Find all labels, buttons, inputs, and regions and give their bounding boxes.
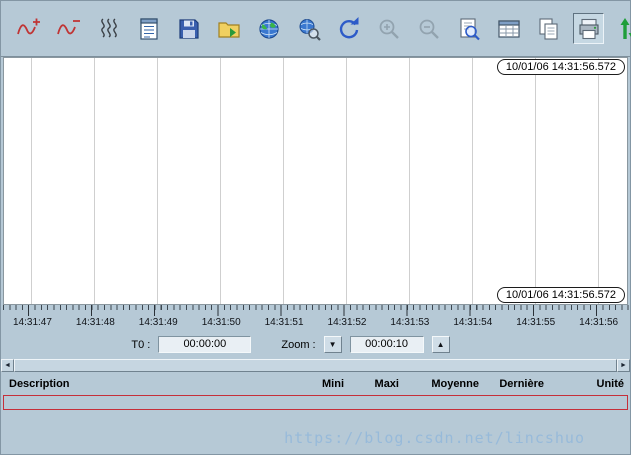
zoom-out-icon (417, 17, 441, 41)
zoom-field[interactable]: 00:00:10 (349, 336, 424, 353)
tick-label: 14:31:47 (12, 317, 52, 328)
add-curve-button[interactable] (13, 13, 44, 44)
scrollbar-track[interactable] (14, 359, 617, 372)
scrollbar-thumb[interactable] (14, 359, 617, 372)
triangle-down-icon: ▼ (328, 340, 337, 349)
curve-list-icon (137, 17, 161, 41)
tick-label: 14:31:48 (75, 317, 115, 328)
column-header-maxi[interactable]: Maxi (344, 378, 399, 390)
open-folder-icon (217, 17, 241, 41)
tick-label: 14:31:52 (327, 317, 367, 328)
axis-tick-marks (1, 305, 630, 317)
globe-search-icon (297, 17, 321, 41)
column-header-moyenne[interactable]: Moyenne (399, 378, 479, 390)
copy-icon (537, 17, 561, 41)
column-header-description[interactable]: Description (9, 378, 289, 390)
column-header-mini[interactable]: Mini (289, 378, 344, 390)
save-button[interactable] (173, 13, 204, 44)
tick-label: 14:31:49 (138, 317, 178, 328)
copy-button[interactable] (533, 13, 564, 44)
zoom-in-button[interactable] (373, 13, 404, 44)
footer-area: https://blog.csdn.net/lincshuo (1, 410, 630, 454)
zoom-out-button[interactable] (413, 13, 444, 44)
preview-icon (457, 17, 481, 41)
arrow-right-icon: ► (620, 362, 627, 369)
zoom-in-icon (377, 17, 401, 41)
fit-vertical-icon (617, 17, 631, 41)
triangle-up-icon: ▲ (436, 340, 445, 349)
trend-viewer-window: 10/01/06 14:31:56.572 10/01/06 14:31:56.… (0, 0, 631, 455)
chart-area[interactable]: 10/01/06 14:31:56.572 10/01/06 14:31:56.… (3, 57, 628, 305)
scroll-right-button[interactable]: ► (617, 359, 630, 372)
fit-vertical-button[interactable] (613, 13, 631, 44)
table-header: Description Mini Maxi Moyenne Dernière U… (1, 374, 630, 394)
tick-label: 14:31:54 (453, 317, 493, 328)
watermark: https://blog.csdn.net/lincshuo (284, 429, 585, 447)
remove-curve-icon (56, 17, 81, 41)
horizontal-scrollbar[interactable]: ◄ ► (1, 359, 630, 372)
axis-labels: 14:31:47 14:31:48 14:31:49 14:31:50 14:3… (1, 317, 630, 332)
refresh-icon (337, 16, 361, 41)
arrow-left-icon: ◄ (4, 362, 11, 369)
tick-label: 14:31:51 (264, 317, 304, 328)
refresh-button[interactable] (333, 13, 364, 44)
toolbar (1, 1, 631, 57)
t0-field[interactable]: 00:00:00 (158, 336, 252, 353)
preview-button[interactable] (453, 13, 484, 44)
tick-label: 14:31:50 (201, 317, 241, 328)
print-icon (577, 17, 601, 41)
save-icon (177, 17, 201, 41)
time-controls: T0 : 00:00:00 Zoom : ▼ 00:00:10 ▲ (1, 332, 630, 357)
time-axis: 14:31:47 14:31:48 14:31:49 14:31:50 14:3… (1, 305, 630, 332)
tick-label: 14:31:55 (516, 317, 556, 328)
report-table-button[interactable] (493, 13, 524, 44)
zoom-decrease-button[interactable]: ▼ (323, 336, 342, 353)
curve-list-empty-row[interactable] (3, 395, 628, 410)
network-globe-icon (257, 17, 281, 41)
open-folder-button[interactable] (213, 13, 244, 44)
tick-label: 14:31:56 (579, 317, 619, 328)
scroll-left-button[interactable]: ◄ (1, 359, 14, 372)
cursor-timestamp-top: 10/01/06 14:31:56.572 (496, 59, 625, 75)
curves-icon (97, 17, 121, 41)
zoom-label: Zoom : (281, 338, 316, 351)
tick-label: 14:31:53 (390, 317, 430, 328)
curve-list-button[interactable] (133, 13, 164, 44)
curves-button[interactable] (93, 13, 124, 44)
t0-label: T0 : (131, 338, 151, 351)
remove-curve-button[interactable] (53, 13, 84, 44)
add-curve-icon (16, 17, 41, 41)
network-globe-button[interactable] (253, 13, 284, 44)
report-table-icon (497, 17, 521, 41)
zoom-increase-button[interactable]: ▲ (431, 336, 450, 353)
print-button[interactable] (573, 13, 604, 44)
globe-search-button[interactable] (293, 13, 324, 44)
cursor-timestamp-bottom: 10/01/06 14:31:56.572 (496, 287, 625, 303)
column-header-derniere[interactable]: Dernière (479, 378, 544, 390)
column-header-unite[interactable]: Unité (544, 378, 625, 390)
